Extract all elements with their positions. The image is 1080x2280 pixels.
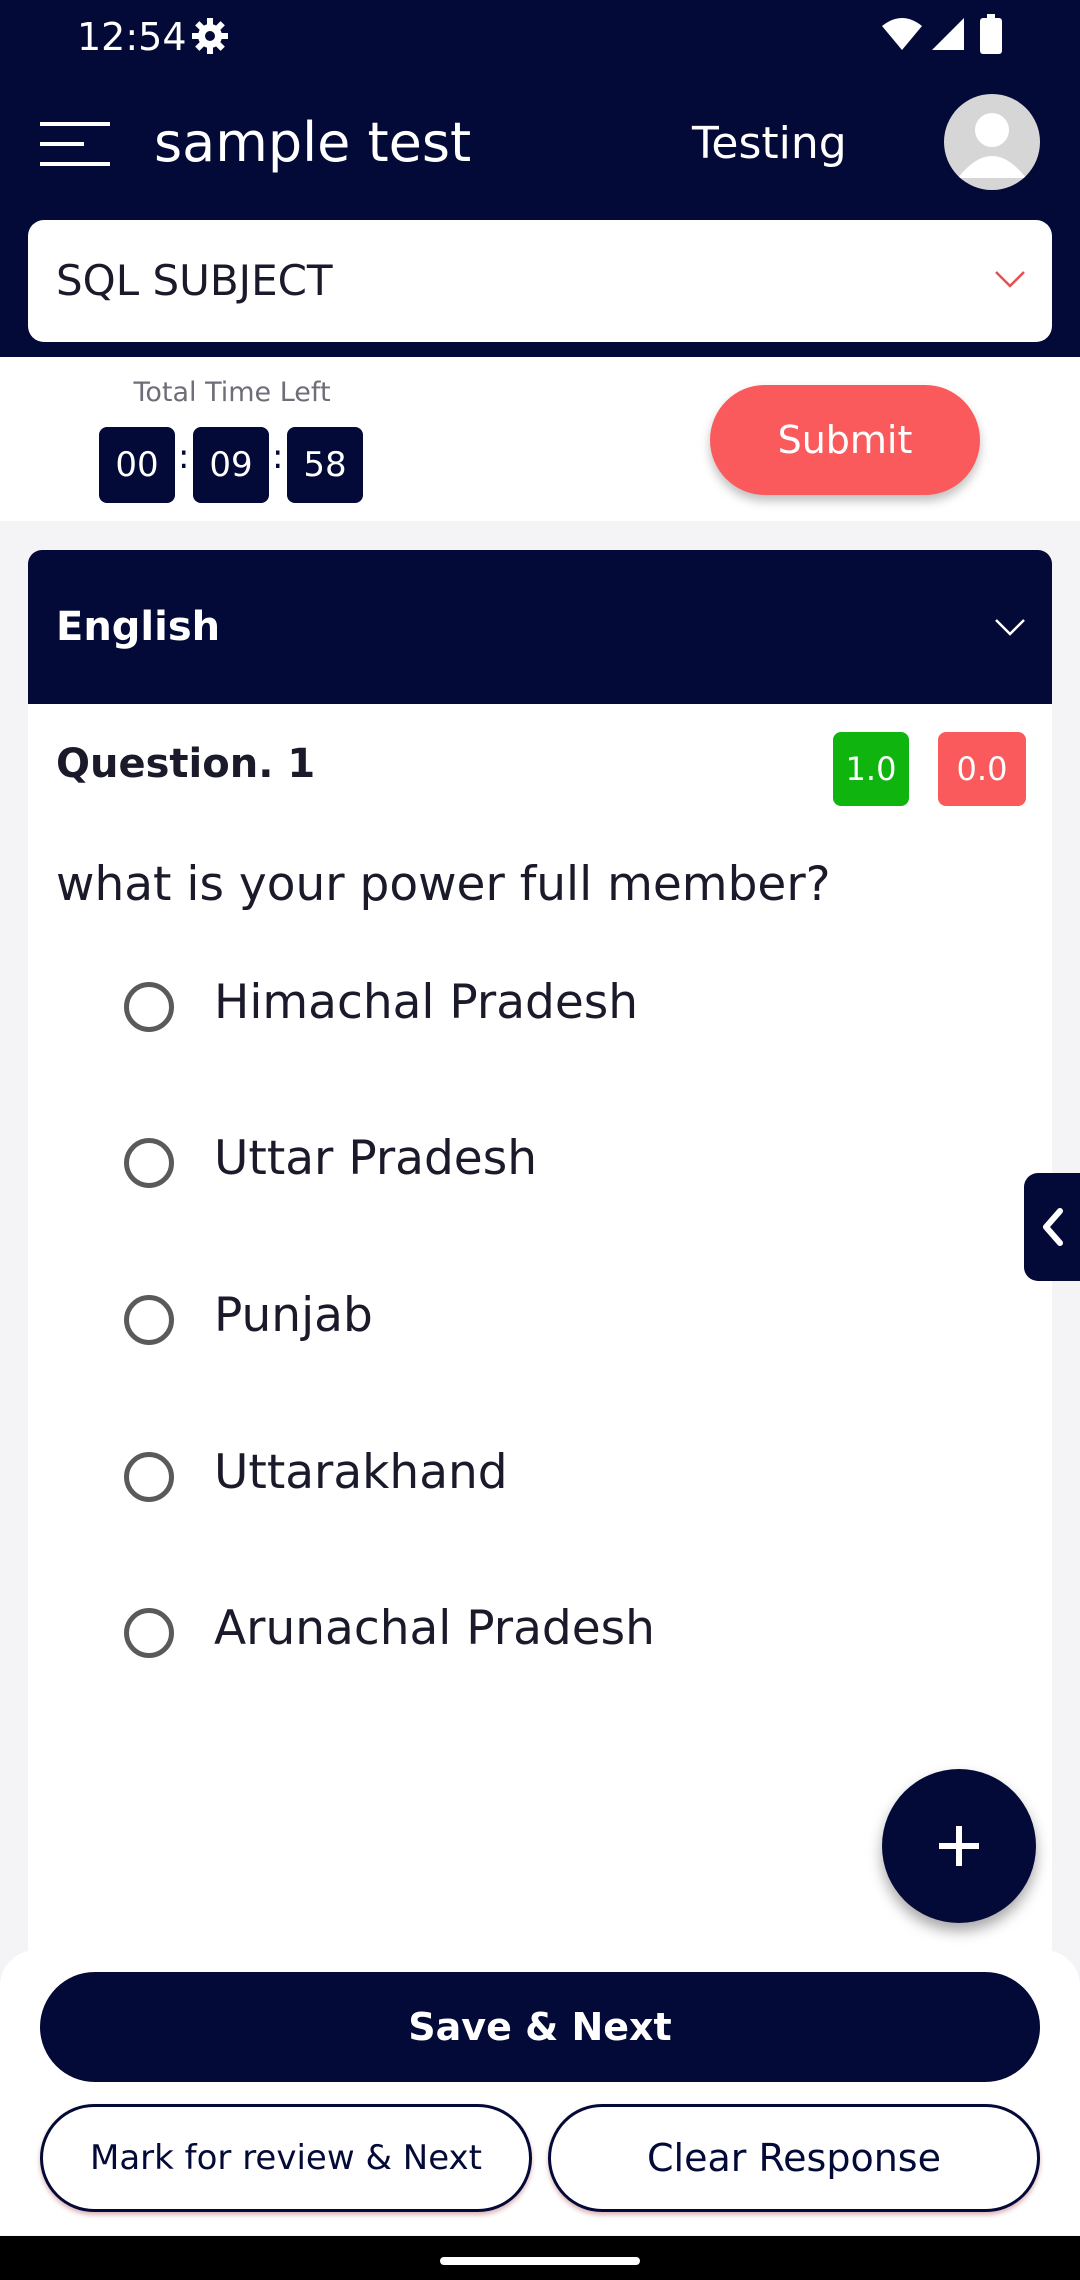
negative-marks-badge: 0.0: [938, 732, 1026, 806]
language-dropdown[interactable]: English: [28, 550, 1052, 704]
subject-dropdown[interactable]: SQL SUBJECT: [28, 220, 1052, 342]
settings-gear-icon: [192, 18, 228, 54]
status-time: 12:54: [77, 15, 187, 59]
option-item[interactable]: Punjab: [68, 1255, 1028, 1385]
timer-seconds: 58: [287, 427, 363, 503]
question-palette-tab[interactable]: [1024, 1173, 1080, 1281]
save-next-button[interactable]: Save & Next: [40, 1972, 1040, 2082]
option-item[interactable]: Arunachal Pradesh: [68, 1568, 1028, 1698]
battery-icon: [980, 14, 1002, 54]
timer-minutes: 09: [193, 427, 269, 503]
user-avatar-icon: [958, 113, 1026, 178]
option-label: Arunachal Pradesh: [214, 1601, 655, 1656]
chevron-left-icon: [1043, 1208, 1063, 1246]
app-title: sample test: [154, 111, 472, 174]
clear-response-button[interactable]: Clear Response: [548, 2104, 1040, 2212]
option-item[interactable]: Uttar Pradesh: [68, 1098, 1028, 1228]
question-card: English Question. 1 1.0 0.0 what is your…: [28, 550, 1052, 1990]
option-label: Uttarakhand: [214, 1445, 508, 1500]
radio-button[interactable]: [124, 982, 174, 1032]
question-number: Question. 1: [56, 741, 316, 787]
option-label: Punjab: [214, 1288, 373, 1343]
chevron-down-icon: [995, 271, 1025, 288]
cellular-signal-icon: [932, 18, 964, 50]
plus-icon: [939, 1826, 979, 1866]
question-text: what is your power full member?: [56, 857, 831, 912]
timer-hours: 00: [99, 427, 175, 503]
add-fab-button[interactable]: [882, 1769, 1036, 1923]
timer-separator: :: [178, 437, 190, 477]
radio-button[interactable]: [124, 1295, 174, 1345]
timer-section: Total Time Left 00 : 09 : 58 Submit: [0, 357, 1080, 521]
submit-button[interactable]: Submit: [710, 385, 980, 495]
subject-label: SQL SUBJECT: [56, 256, 333, 305]
option-label: Himachal Pradesh: [214, 975, 639, 1030]
radio-button[interactable]: [124, 1608, 174, 1658]
option-label: Uttar Pradesh: [214, 1131, 537, 1186]
user-name: Testing: [692, 118, 847, 169]
wifi-icon: [882, 18, 922, 50]
mark-review-next-button[interactable]: Mark for review & Next: [40, 2104, 532, 2212]
timer-separator: :: [272, 437, 284, 477]
hamburger-menu-icon[interactable]: [40, 118, 114, 170]
option-item[interactable]: Uttarakhand: [68, 1412, 1028, 1542]
timer-caption: Total Time Left: [133, 377, 331, 408]
radio-button[interactable]: [124, 1138, 174, 1188]
positive-marks-badge: 1.0: [833, 732, 909, 806]
avatar[interactable]: [944, 94, 1040, 190]
app-header: 12:54 sample test Testing SQL SUBJECT: [0, 0, 1080, 357]
chevron-down-icon: [995, 619, 1025, 636]
radio-button[interactable]: [124, 1452, 174, 1502]
option-item[interactable]: Himachal Pradesh: [68, 942, 1028, 1072]
language-label: English: [56, 604, 221, 650]
home-gesture-handle[interactable]: [440, 2257, 640, 2265]
